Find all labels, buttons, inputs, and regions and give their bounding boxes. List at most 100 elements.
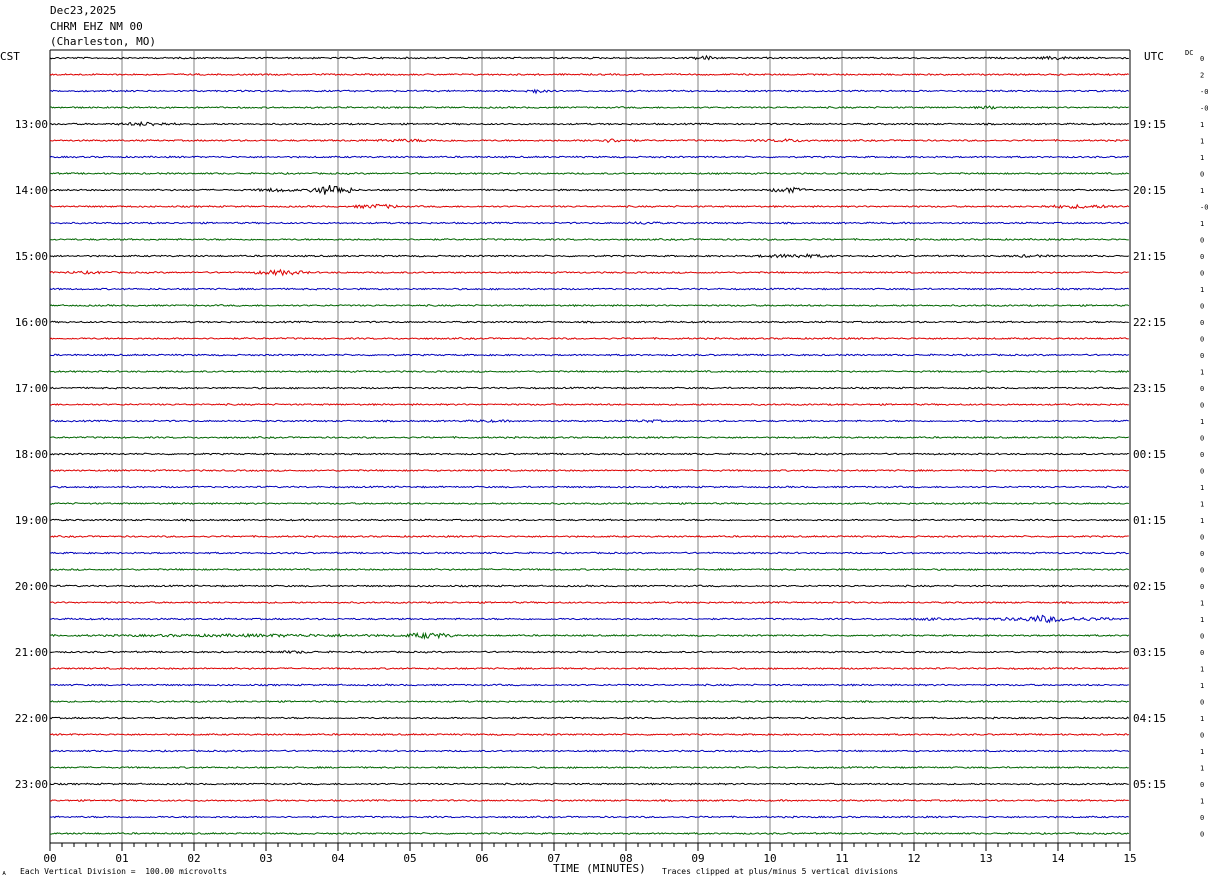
dc-offset-value: 0 xyxy=(1200,270,1204,278)
date-label: Dec23,2025 xyxy=(50,4,117,17)
dc-offset-value: 0 xyxy=(1200,237,1204,245)
dc-offset-value: 0 xyxy=(1200,633,1204,641)
seismogram-trace xyxy=(49,452,1129,456)
dc-offset-value: 1 xyxy=(1200,517,1204,525)
dc-offset-value: -0 xyxy=(1200,88,1208,96)
dc-offset-value: 1 xyxy=(1200,748,1204,756)
dc-offset-value: 1 xyxy=(1200,138,1204,146)
seismogram-trace xyxy=(49,237,1129,241)
seismogram-trace xyxy=(49,650,1129,654)
seismogram-trace xyxy=(49,435,1129,439)
seismogram-trace xyxy=(49,600,1129,605)
left-hour-label: 19:00 xyxy=(15,514,48,527)
x-tick-label: 05 xyxy=(403,852,416,865)
x-tick-label: 14 xyxy=(1051,852,1065,865)
seismogram-trace xyxy=(49,518,1130,522)
left-hour-label: 18:00 xyxy=(15,448,48,461)
left-hour-label: 16:00 xyxy=(15,316,48,329)
dc-offset-value: 1 xyxy=(1200,798,1204,806)
dc-offset-value: 1 xyxy=(1200,187,1204,195)
right-timezone-label: UTC xyxy=(1144,50,1164,63)
dc-offset-value: 0 xyxy=(1200,781,1204,789)
seismogram-trace xyxy=(49,268,1129,277)
seismogram-trace xyxy=(49,353,1130,357)
x-tick-label: 06 xyxy=(475,852,488,865)
dc-offset-value: 0 xyxy=(1200,534,1204,542)
dc-offset-column: 0 2 -0 -0 1 1 1 0 1 -0 1 0 0 0 1 0 0 0 0 1 0 0 1 0 0 0 1 1 1 0 0 0 0 1 1 0 0… xyxy=(1200,55,1208,839)
dc-offset-value: 0 xyxy=(1200,435,1204,443)
dc-offset-value: 1 xyxy=(1200,484,1204,492)
dc-offset-value: 0 xyxy=(1200,550,1204,558)
scale-note: Each Vertical Division = 100.00 microvol… xyxy=(20,867,228,876)
seismogram-traces xyxy=(49,54,1130,836)
seismogram-trace xyxy=(49,386,1129,390)
dc-offset-value: 1 xyxy=(1200,715,1204,723)
x-axis-title: TIME (MINUTES) xyxy=(553,862,646,875)
dc-offset-value: 0 xyxy=(1200,468,1204,476)
right-hour-label: 01:15 xyxy=(1133,514,1166,527)
seismogram-trace xyxy=(49,765,1129,770)
seismogram-trace xyxy=(49,155,1129,159)
right-hour-labels: 19:15 20:15 21:15 22:15 23:15 00:15 01:15 02:15… xyxy=(1133,118,1166,791)
right-hour-label: 00:15 xyxy=(1133,448,1166,461)
seismogram-trace xyxy=(49,501,1129,506)
station-label: CHRM EHZ NM 00 xyxy=(50,20,143,33)
dc-offset-value: 0 xyxy=(1200,171,1204,179)
left-hour-label: 23:00 xyxy=(15,778,48,791)
seismogram-trace xyxy=(49,303,1130,308)
corner-logo-mark: ᴀ xyxy=(2,869,7,877)
seismogram-trace xyxy=(49,221,1129,225)
dc-offset-value: 1 xyxy=(1200,501,1204,509)
seismogram-trace xyxy=(49,105,1129,110)
time-grid xyxy=(49,49,1131,843)
dc-offset-value: 0 xyxy=(1200,699,1204,707)
left-timezone-label: CST xyxy=(0,50,20,63)
dc-offset-value: 1 xyxy=(1200,369,1204,377)
left-hour-label: 17:00 xyxy=(15,382,48,395)
dc-offset-value: 1 xyxy=(1200,765,1204,773)
seismogram-trace xyxy=(49,631,1130,640)
seismogram-trace xyxy=(49,418,1129,424)
seismogram-trace xyxy=(49,88,1130,95)
seismogram-trace xyxy=(49,54,1129,61)
right-hour-label: 02:15 xyxy=(1133,580,1166,593)
seismogram-trace xyxy=(49,184,1129,195)
seismogram-trace xyxy=(49,614,1129,624)
dc-offset-value: 1 xyxy=(1200,682,1204,690)
seismogram-trace xyxy=(49,798,1129,803)
right-hour-label: 20:15 xyxy=(1133,184,1166,197)
seismogram-trace xyxy=(49,138,1129,144)
dc-offset-value: 0 xyxy=(1200,303,1204,311)
left-hour-label: 14:00 xyxy=(15,184,48,197)
dc-offset-value: 0 xyxy=(1200,583,1204,591)
left-hour-labels: 13:00 14:00 15:00 16:00 17:00 18:00 19:00 20:00… xyxy=(15,118,48,791)
x-tick-label: 15 xyxy=(1123,852,1136,865)
right-hour-label: 19:15 xyxy=(1133,118,1166,131)
dc-offset-value: 0 xyxy=(1200,336,1204,344)
seismogram-trace xyxy=(49,468,1129,473)
seismogram-trace xyxy=(49,584,1129,588)
dc-offset-value: 0 xyxy=(1200,402,1204,410)
dc-offset-value: 1 xyxy=(1200,418,1204,426)
dc-offset-value: 0 xyxy=(1200,253,1204,261)
x-tick-label: 00 xyxy=(43,852,56,865)
right-hour-label: 03:15 xyxy=(1133,646,1166,659)
seismogram-trace xyxy=(49,320,1129,324)
clip-note: Traces clipped at plus/minus 5 vertical … xyxy=(662,867,899,876)
dc-offset-value: 0 xyxy=(1200,649,1204,657)
seismogram-trace xyxy=(49,831,1130,836)
dc-offset-value: 0 xyxy=(1200,831,1204,839)
location-label: (Charleston, MO) xyxy=(50,35,156,48)
left-hour-label: 21:00 xyxy=(15,646,48,659)
left-hour-label: 22:00 xyxy=(15,712,48,725)
dc-offset-value: 1 xyxy=(1200,286,1204,294)
right-hour-label: 21:15 xyxy=(1133,250,1166,263)
dc-offset-value: 0 xyxy=(1200,385,1204,393)
dc-offset-value: 0 xyxy=(1200,319,1204,327)
seismogram-trace xyxy=(49,666,1129,671)
seismogram-trace xyxy=(49,369,1130,374)
seismogram-trace xyxy=(49,171,1129,176)
right-hour-label: 04:15 xyxy=(1133,712,1166,725)
dc-offset-value: 1 xyxy=(1200,616,1204,624)
dc-header-label: DC xyxy=(1185,49,1194,57)
